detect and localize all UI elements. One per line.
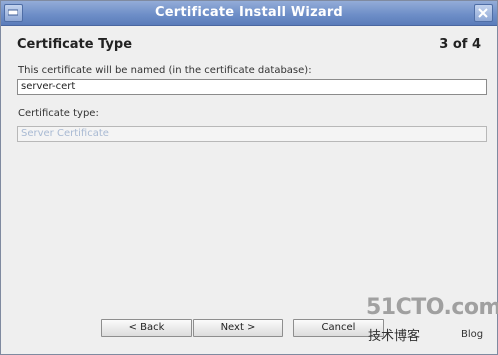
step-counter: 3 of 4 xyxy=(439,37,481,52)
watermark: 51CTO.com 技术博客 Blog xyxy=(366,295,498,347)
wizard-header: Certificate Type 3 of 4 xyxy=(1,26,497,64)
title-bar[interactable]: Certificate Install Wizard xyxy=(1,1,497,26)
certificate-type-field: Server Certificate xyxy=(17,126,487,142)
back-button[interactable]: < Back xyxy=(101,319,192,337)
certificate-name-label: This certificate will be named (in the c… xyxy=(18,65,312,76)
page-title: Certificate Type xyxy=(17,37,133,52)
certificate-name-input[interactable]: server-cert xyxy=(17,79,487,95)
next-button[interactable]: Next > xyxy=(193,319,283,337)
wizard-window: Certificate Install Wizard Certificate T… xyxy=(0,0,498,355)
watermark-cn: 技术博客 xyxy=(368,329,421,344)
certificate-type-label: Certificate type: xyxy=(18,108,99,119)
close-icon[interactable] xyxy=(474,4,493,22)
watermark-site: 51CTO.com xyxy=(366,295,498,320)
window-title: Certificate Install Wizard xyxy=(155,5,343,20)
watermark-blog: Blog xyxy=(461,329,484,340)
